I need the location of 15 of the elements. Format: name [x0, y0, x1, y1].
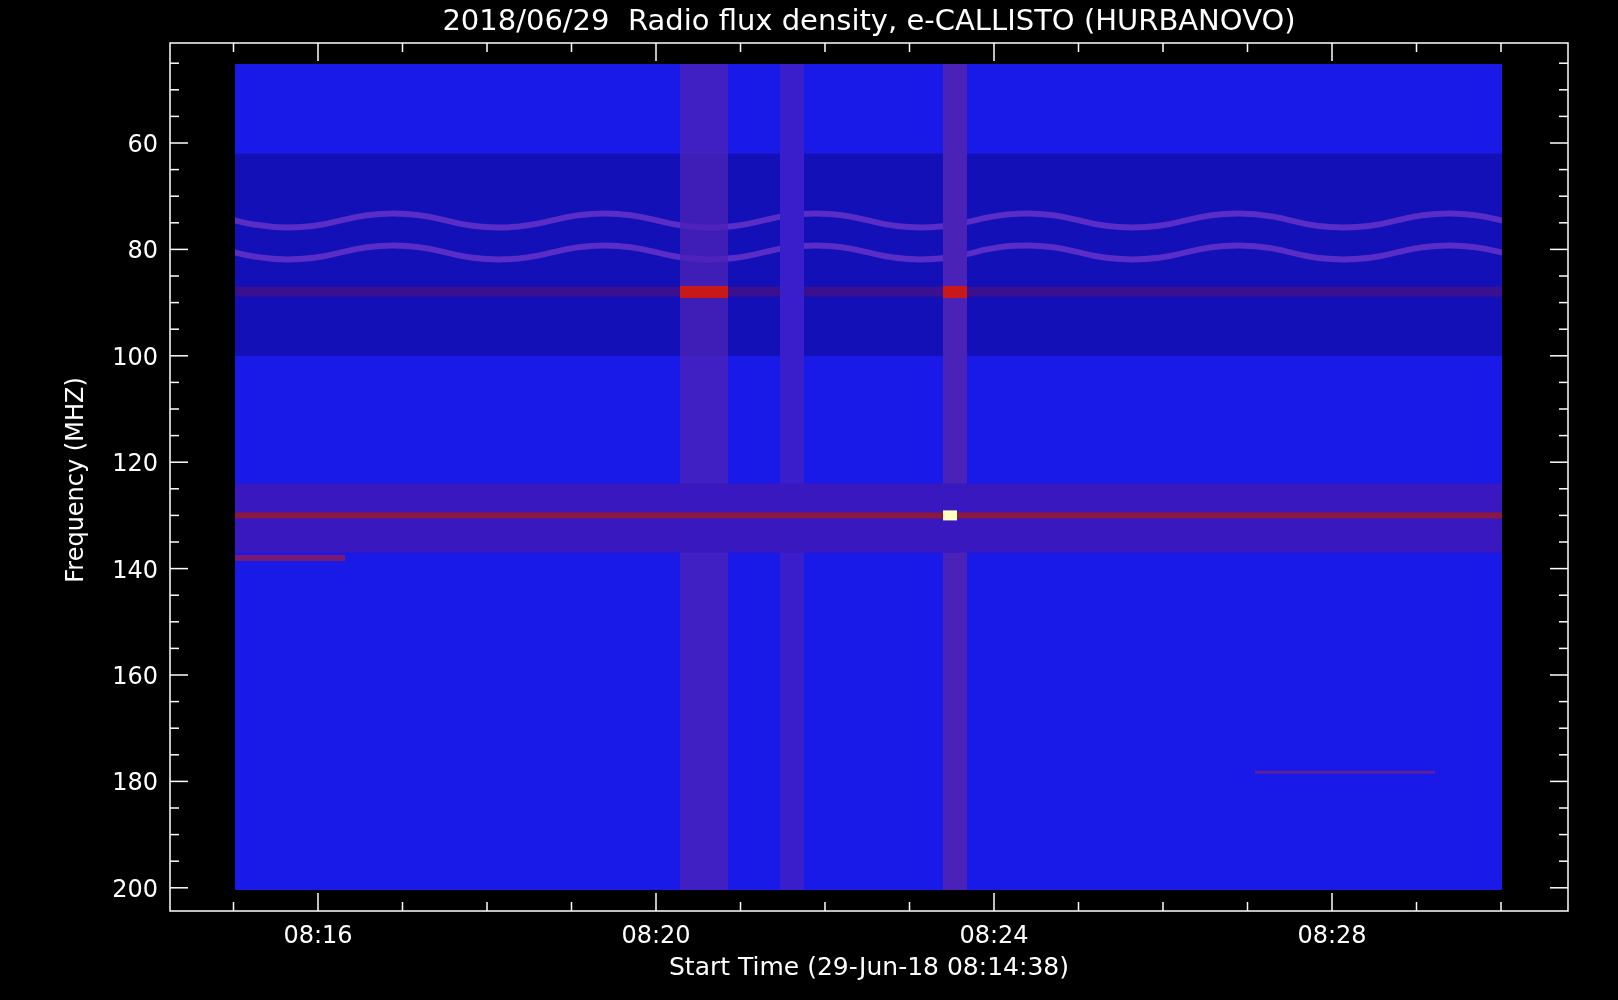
tick-label: 120 — [112, 449, 158, 478]
tick-label: 08:20 — [621, 921, 691, 949]
tick-label: 200 — [112, 874, 158, 903]
tick-label: 160 — [112, 662, 158, 690]
axis-label: Start Time (29-Jun-18 08:14:38) — [669, 952, 1069, 981]
tick-label: 180 — [112, 768, 158, 797]
axis-label: Frequency (MHZ) — [61, 377, 89, 583]
tick-label: 08:16 — [283, 921, 353, 949]
tick-label: 60 — [127, 130, 158, 158]
chart-title: 2018/06/29 Radio flux density, e-CALLISTO (HURBANOVO) — [442, 3, 1296, 37]
tick-label: 100 — [112, 342, 158, 371]
tick-label: 08:28 — [1297, 921, 1367, 949]
tick-label: 80 — [127, 236, 158, 265]
tick-label: 08:24 — [959, 921, 1029, 949]
tick-label: 140 — [112, 555, 158, 584]
